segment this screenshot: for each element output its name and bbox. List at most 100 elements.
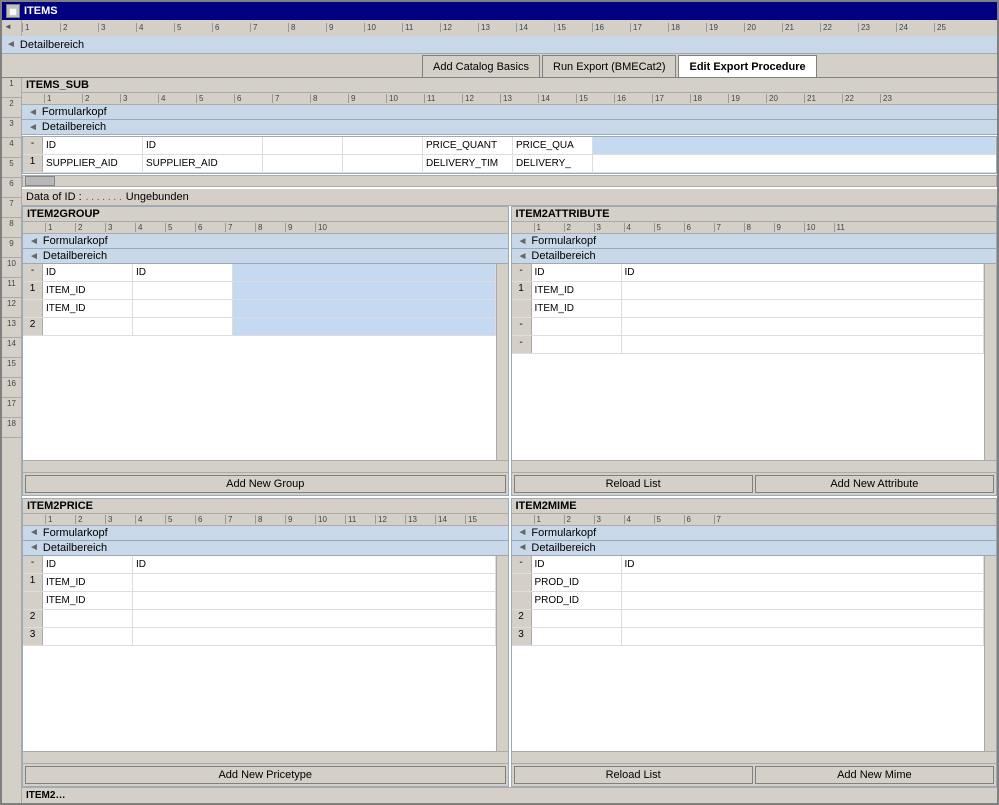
ruler-marks: 1 2 3 4 5 6 7 8 9 10 11 12 13 14 15 16 1 — [22, 23, 972, 32]
inner-scroll[interactable]: 1 2 3 4 5 6 7 8 9 10 11 12 13 14 15 16 1… — [2, 78, 997, 803]
formularkopf-row: ◄ Formularkopf — [22, 105, 997, 120]
cell-delivery1: DELIVERY_TIM — [423, 155, 513, 172]
cell-empty5 — [532, 628, 622, 645]
item2mime-fk: ◄ Formularkopf — [512, 526, 997, 541]
ruler-corner: ◄ — [2, 20, 22, 36]
h-scrollbar-attr[interactable] — [512, 460, 997, 472]
item2mime-label: ITEM2MIME — [512, 499, 997, 514]
reload-list-button-mime[interactable]: Reload List — [514, 766, 753, 784]
table-row: ITEM_ID — [23, 592, 496, 610]
item2group-btn-bar: Add New Group — [23, 472, 508, 495]
table-row: PROD_ID — [512, 574, 985, 592]
reload-list-button-attr[interactable]: Reload List — [514, 475, 753, 493]
ruler-mark: 13 — [478, 23, 516, 32]
data-id-dots: . . . . . . . — [86, 192, 122, 203]
ruler-mark: 5 — [174, 23, 212, 32]
v-ruler-mark: 9 — [2, 238, 21, 258]
v-scrollbar-g[interactable] — [496, 264, 508, 460]
ruler-mark: 15 — [554, 23, 592, 32]
ruler-mark: 14 — [516, 23, 554, 32]
cell-empty6 — [622, 628, 985, 645]
item2mime-panel: ITEM2MIME 1 2 3 4 5 6 7 — [511, 498, 998, 788]
cell-item-id: ITEM_ID — [43, 574, 133, 591]
h-scrollbar-main[interactable] — [22, 175, 997, 187]
cell-item-id2: ITEM_ID — [43, 300, 133, 317]
row-num — [23, 300, 43, 317]
table-row: 1 ITEM_ID — [512, 282, 985, 300]
ruler-mark: 2 — [60, 23, 98, 32]
main-window: ▦ ITEMS ◄ 1 2 3 4 5 6 7 8 9 10 — [0, 0, 999, 805]
ruler-mark: 16 — [592, 23, 630, 32]
v-ruler-mark: 5 — [2, 158, 21, 178]
row-num: - — [512, 264, 532, 281]
item2price-grid-outer: - ID ID 1 ITEM_ID — [23, 556, 508, 752]
formularkopf-label: Formularkopf — [42, 106, 107, 118]
table-row: ITEM_ID — [512, 300, 985, 318]
add-new-mime-button[interactable]: Add New Mime — [755, 766, 994, 784]
table-row: - ID ID — [23, 556, 496, 574]
cell-id1: ID — [43, 556, 133, 573]
cell-delivery2: DELIVERY_ — [513, 155, 593, 172]
cell-empty — [133, 574, 496, 591]
table-row: 3 — [512, 628, 985, 646]
row-num: 1 — [512, 282, 532, 299]
v-ruler-mark: 8 — [2, 218, 21, 238]
title-bar: ▦ ITEMS — [2, 2, 997, 20]
h-scrollbar-price[interactable] — [23, 751, 508, 763]
item2attribute-ruler: 1 2 3 4 5 6 7 8 9 10 11 — [512, 222, 997, 234]
tab-run-export[interactable]: Run Export (BMECat2) — [542, 55, 676, 77]
add-new-group-button[interactable]: Add New Group — [25, 475, 506, 493]
tab-edit-export[interactable]: Edit Export Procedure — [678, 55, 816, 77]
item2mime-btn-bar: Reload List Add New Mime — [512, 763, 997, 786]
row-num — [23, 592, 43, 609]
v-scrollbar-price[interactable] — [496, 556, 508, 752]
cell-empty2 — [343, 137, 423, 154]
add-new-attribute-button[interactable]: Add New Attribute — [755, 475, 994, 493]
item2price-fk: ◄ Formularkopf — [23, 526, 508, 541]
v-scrollbar-mime[interactable] — [984, 556, 996, 752]
cell-pq2: PRICE_QUA — [513, 137, 593, 154]
cell-empty5 — [43, 628, 133, 645]
cell-item-id: ITEM_ID — [43, 282, 133, 299]
ruler-mark: 25 — [934, 23, 972, 32]
cell-id2: ID — [143, 137, 263, 154]
h-scrollbar-mime[interactable] — [512, 751, 997, 763]
item2attr-db: ◄ Detailbereich — [512, 249, 997, 264]
ruler-mark: 1 — [22, 23, 60, 32]
arrow-icon: ◄ — [6, 39, 16, 50]
table-row: 1 ITEM_ID — [23, 574, 496, 592]
item2group-ruler: 1 2 3 4 5 6 7 8 9 10 — [23, 222, 508, 234]
main-content: ◄ 1 2 3 4 5 6 7 8 9 10 11 12 13 14 — [2, 20, 997, 803]
bottom-panels: ITEM2PRICE 1 2 3 4 5 6 7 8 9 10 — [22, 498, 997, 788]
cell-blue — [233, 318, 496, 335]
item2attr-fk: ◄ Formularkopf — [512, 234, 997, 249]
cell-empty6 — [622, 336, 985, 353]
v-scrollbar-attr[interactable] — [984, 264, 996, 460]
row-num: - — [23, 264, 43, 281]
cell-empty6 — [133, 628, 496, 645]
v-ruler-mark: 10 — [2, 258, 21, 278]
v-ruler-mark: 6 — [2, 178, 21, 198]
item2-bottom-label: ITEM2… — [26, 790, 65, 801]
data-id-value: Ungebunden — [126, 191, 189, 203]
item2group-grid-outer: - ID ID 1 ITEM_ID — [23, 264, 508, 460]
row-num: - — [512, 336, 532, 353]
main-grid: - ID ID PRICE_QUANT PRICE_QUA 1 SUPPLIER… — [22, 136, 997, 174]
row-num: 2 — [23, 318, 43, 335]
item2mime-db: ◄ Detailbereich — [512, 541, 997, 556]
item2attr-btn-bar: Reload List Add New Attribute — [512, 472, 997, 495]
add-new-pricetype-button[interactable]: Add New Pricetype — [25, 766, 506, 784]
h-scrollbar-g[interactable] — [23, 460, 508, 472]
cell-empty4 — [343, 155, 423, 172]
cell-supplier2: SUPPLIER_AID — [143, 155, 263, 172]
cell-empty3 — [532, 610, 622, 627]
table-row: 2 — [23, 318, 496, 336]
v-ruler-mark: 11 — [2, 278, 21, 298]
cell-item-id2: ITEM_ID — [532, 300, 622, 317]
scrollbar-thumb[interactable] — [25, 176, 55, 186]
item2price-btn-bar: Add New Pricetype — [23, 763, 508, 786]
tab-add-catalog[interactable]: Add Catalog Basics — [422, 55, 540, 77]
h-ruler: 1 2 3 4 5 6 7 8 9 10 11 12 13 14 15 16 1 — [22, 20, 997, 36]
item2price-label: ITEM2PRICE — [23, 499, 508, 514]
cell-id1: ID — [532, 264, 622, 281]
